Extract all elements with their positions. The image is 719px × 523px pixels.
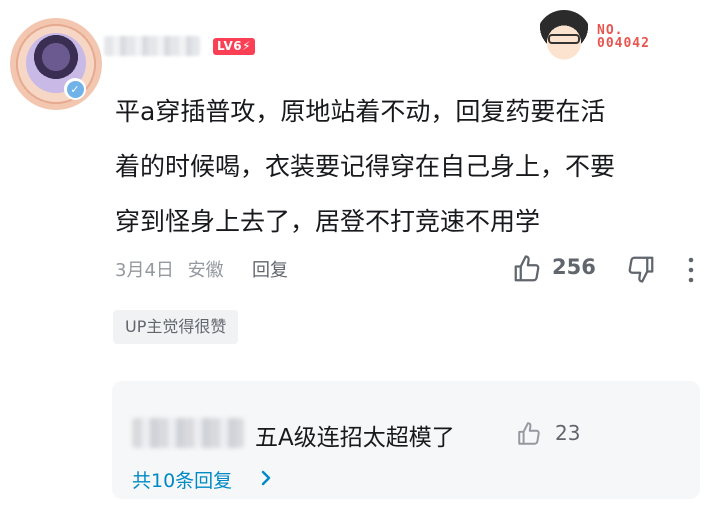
comment-location: 安徽 — [187, 260, 224, 281]
comment-date: 3月4日 — [115, 260, 174, 281]
fan-badge-number[interactable]: NO. 004042 — [597, 24, 650, 50]
username-blurred[interactable] — [104, 36, 200, 56]
comment-text: 平a穿插普攻，原地站着不动，回复药要在活 着的时候喝，衣装要记得穿在自己身上，不… — [115, 84, 715, 249]
up-liked-tag: UP主觉得很赞 — [113, 310, 239, 344]
level-suffix: ⚡ — [242, 39, 252, 53]
fan-badge-glasses — [548, 34, 580, 44]
reply-text: 五A级连招太超模了 — [255, 425, 455, 451]
chevron-right-icon[interactable] — [258, 468, 274, 488]
more-replies-link[interactable]: 共10条回复 — [132, 466, 232, 493]
reply-like-count: 23 — [555, 421, 581, 445]
check-icon: ✓ — [66, 80, 84, 98]
comment-line: 平a穿插普攻，原地站着不动，回复药要在活 — [115, 97, 606, 126]
reply-button[interactable]: 回复 — [252, 256, 288, 282]
thumbs-down-icon[interactable] — [626, 254, 656, 284]
fan-badge-id: 004042 — [597, 36, 650, 51]
comment-line: 着的时候喝，衣装要记得穿在自己身上，不要 — [115, 152, 616, 181]
comment-meta: 3月4日 安徽 — [115, 256, 224, 282]
level-text: LV6 — [217, 39, 243, 53]
reply-username-blurred[interactable] — [132, 418, 244, 448]
comment-line: 穿到怪身上去了，居登不打竞速不用学 — [115, 207, 541, 236]
thumbs-up-icon[interactable] — [512, 254, 542, 284]
thumbs-up-icon[interactable] — [516, 421, 542, 447]
level-badge: LV6⚡ — [213, 38, 256, 55]
like-count: 256 — [552, 255, 596, 279]
verified-badge: ✓ — [64, 78, 86, 100]
more-vertical-icon[interactable] — [686, 256, 696, 284]
